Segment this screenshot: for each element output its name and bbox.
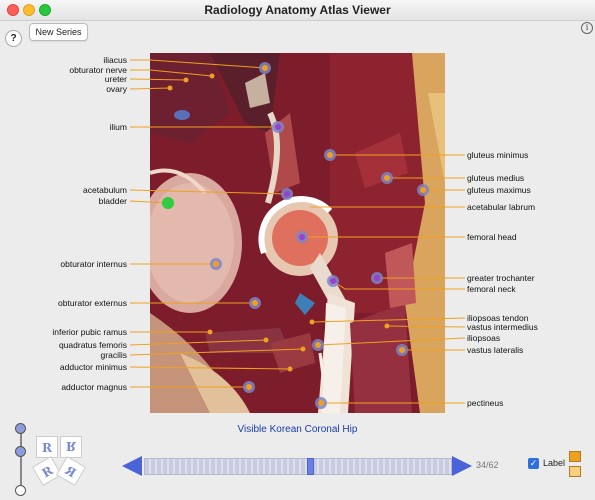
image-caption: Visible Korean Coronal Hip (237, 424, 358, 435)
label-quadratus-femoris[interactable]: quadratus femoris (59, 340, 127, 350)
label-toggle-checkbox[interactable]: ✓ (528, 458, 539, 469)
label-femoral-neck[interactable]: femoral neck (467, 284, 516, 294)
previous-slice-arrow-icon[interactable] (122, 456, 142, 476)
window-title: Radiology Anatomy Atlas Viewer (204, 3, 391, 17)
label-color-swatch-secondary[interactable] (569, 466, 581, 477)
next-slice-arrow-icon[interactable] (452, 456, 472, 476)
label-vastus-lateralis[interactable]: vastus lateralis (467, 345, 523, 355)
view-plane-option-middle[interactable] (15, 446, 26, 457)
anatomy-image-drawing (150, 53, 445, 413)
view-plane-option-top[interactable] (15, 423, 26, 434)
slice-counter: 34/62 (476, 460, 499, 470)
label-iliopsoas[interactable]: iliopsoas (467, 333, 500, 343)
slice-scroller-thumb[interactable] (306, 458, 314, 475)
label-acetabular-labrum[interactable]: acetabular labrum (467, 202, 535, 212)
orientation-normal-icon[interactable]: R (36, 436, 58, 458)
label-ovary[interactable]: ovary (106, 84, 127, 94)
anatomy-image[interactable] (150, 53, 445, 413)
label-adductor-magnus[interactable]: adductor magnus (61, 382, 127, 392)
label-color-swatch-primary[interactable] (569, 451, 581, 462)
orientation-flip-rotate-icon[interactable]: R (55, 455, 87, 487)
slice-scroller[interactable] (122, 456, 472, 477)
info-icon[interactable]: i (581, 22, 593, 34)
help-button[interactable]: ? (5, 30, 22, 47)
label-iliacus[interactable]: iliacus (103, 55, 127, 65)
label-femoral-head[interactable]: femoral head (467, 232, 517, 242)
label-greater-trochanter[interactable]: greater trochanter (467, 273, 535, 283)
label-pectineus[interactable]: pectineus (467, 398, 503, 408)
label-gluteus-medius[interactable]: gluteus medius (467, 173, 524, 183)
orientation-thumbnails: R R R R (31, 436, 87, 487)
title-bar: Radiology Anatomy Atlas Viewer (0, 0, 595, 21)
label-gracilis[interactable]: gracilis (101, 350, 127, 360)
label-acetabulum[interactable]: acetabulum (83, 185, 127, 195)
label-gluteus-minimus[interactable]: gluteus minimus (467, 150, 528, 160)
label-ilium[interactable]: ilium (110, 122, 127, 132)
slice-scroller-track[interactable] (144, 458, 452, 475)
orientation-flip-vertical-icon[interactable]: R (60, 436, 82, 458)
label-inferior-pubic-ramus[interactable]: inferior pubic ramus (52, 327, 127, 337)
label-ureter[interactable]: ureter (105, 74, 127, 84)
label-toggle-text[interactable]: Label (543, 458, 565, 468)
label-obturator-externus[interactable]: obturator externus (58, 298, 127, 308)
new-series-button[interactable]: New Series (29, 23, 88, 41)
label-adductor-minimus[interactable]: adductor minimus (60, 362, 127, 372)
view-plane-slider[interactable] (13, 422, 29, 500)
label-bladder[interactable]: bladder (99, 196, 127, 206)
label-vastus-intermedius[interactable]: vastus intermedius (467, 322, 538, 332)
view-plane-option-bottom[interactable] (15, 485, 26, 496)
label-obturator-internus[interactable]: obturator internus (60, 259, 127, 269)
label-gluteus-maximus[interactable]: gluteus maximus (467, 185, 531, 195)
